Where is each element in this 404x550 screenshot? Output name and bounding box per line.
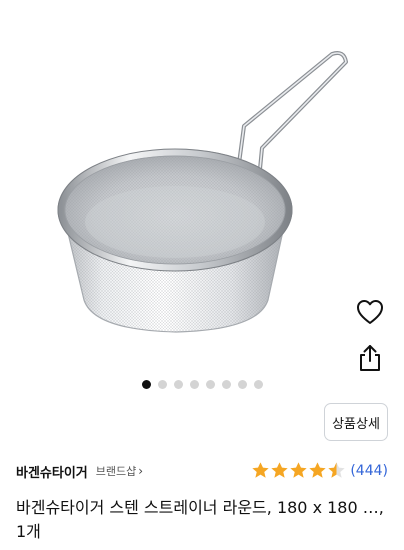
review-count[interactable]: (444) [350, 463, 388, 479]
carousel-dot[interactable] [205, 379, 215, 389]
rating-summary[interactable]: (444) [251, 461, 388, 480]
carousel-dot[interactable] [157, 379, 167, 389]
wishlist-button[interactable] [350, 292, 390, 332]
carousel-dot[interactable] [221, 379, 231, 389]
star-rating [251, 461, 346, 480]
carousel-dot[interactable] [237, 379, 247, 389]
star-icon [328, 462, 346, 478]
star-icon [290, 462, 308, 478]
brand-shop-link[interactable]: 브랜드샵 › [96, 463, 143, 479]
share-button[interactable] [350, 338, 390, 378]
carousel-dot[interactable] [141, 379, 151, 389]
heart-icon [357, 300, 383, 324]
image-carousel-dots [0, 378, 404, 390]
carousel-dot[interactable] [253, 379, 263, 389]
product-image[interactable] [0, 0, 404, 375]
star-icon [252, 462, 270, 478]
brand-shop-label: 브랜드샵 [95, 465, 137, 478]
star-icon [309, 462, 327, 478]
product-detail-button[interactable]: 상품상세 [324, 403, 388, 441]
brand-name: 바겐슈타이거 [16, 465, 88, 481]
carousel-dot[interactable] [189, 379, 199, 389]
star-icon [271, 462, 289, 478]
product-title: 바겐슈타이거 스텐 스트레이너 라운드, 180 x 180 …, 1개 [16, 498, 384, 541]
share-icon [360, 345, 380, 371]
strainer-image [57, 51, 348, 333]
chevron-right-icon: › [138, 464, 144, 478]
carousel-dot[interactable] [173, 379, 183, 389]
